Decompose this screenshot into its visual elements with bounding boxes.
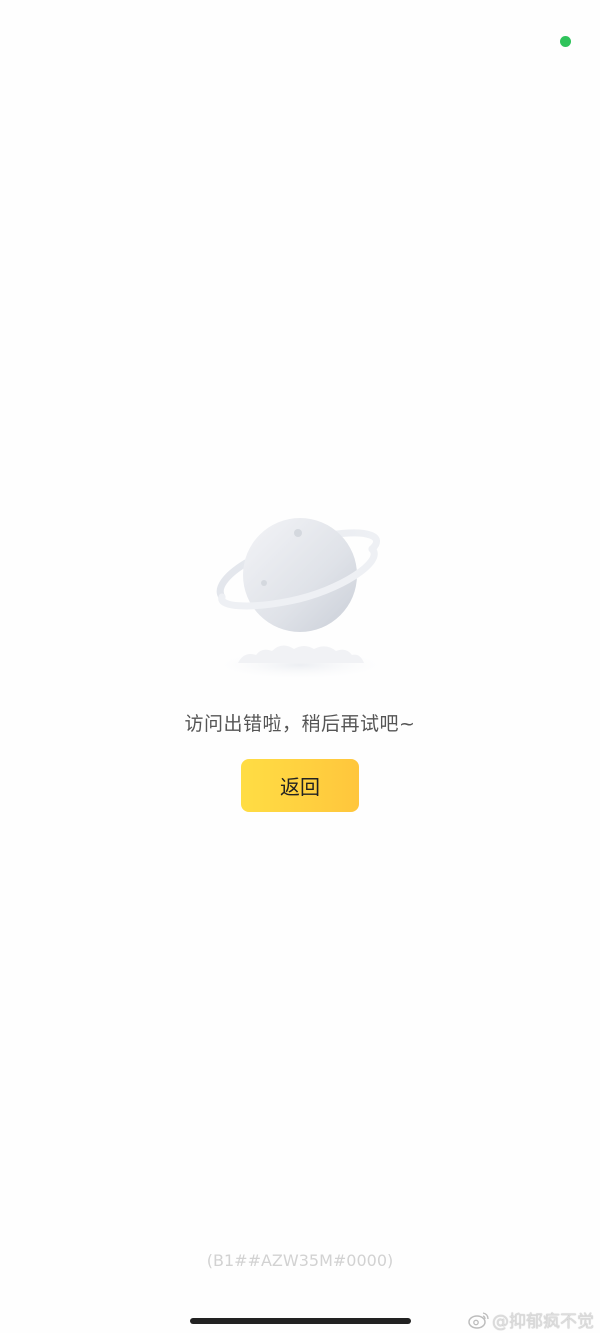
- home-indicator[interactable]: [190, 1318, 411, 1324]
- back-button[interactable]: 返回: [241, 759, 359, 812]
- planet-illustration: [200, 505, 400, 685]
- error-message: 访问出错啦，稍后再试吧~: [184, 713, 416, 735]
- watermark: @抑郁疯不觉: [468, 1307, 594, 1332]
- error-code: (B1##AZW35M#0000): [206, 1251, 394, 1270]
- status-indicator-dot: [560, 36, 571, 47]
- watermark-text: @抑郁疯不觉: [492, 1312, 594, 1332]
- error-page: 访问出错啦，稍后再试吧~ 返回 (B1##AZW35M#0000) @抑郁疯不觉: [0, 0, 600, 1333]
- weibo-logo-icon: [468, 1311, 489, 1329]
- planet-icon: [205, 518, 395, 681]
